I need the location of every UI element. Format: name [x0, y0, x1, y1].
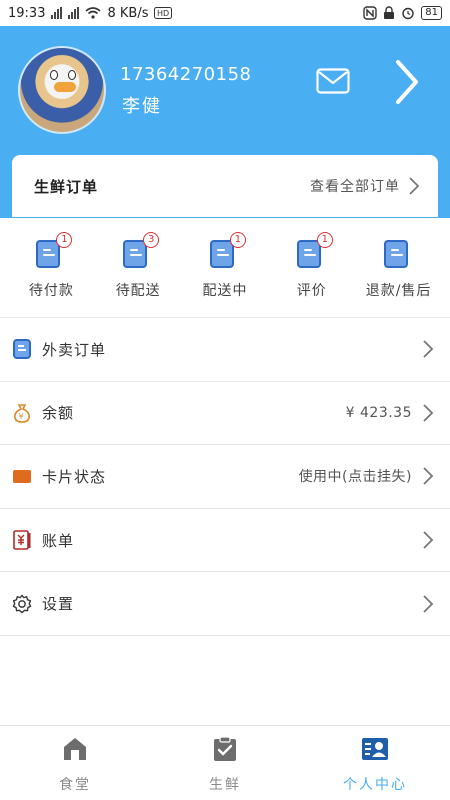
status-badge: 1: [229, 232, 246, 248]
nfc-icon: [363, 6, 377, 20]
chevron-right-icon: [423, 531, 434, 549]
status-badge: 3: [143, 232, 160, 248]
menu-item-card-status[interactable]: 卡片状态 使用中(点击挂失): [0, 445, 450, 509]
chevron-right-icon: [423, 340, 434, 358]
money-bag-icon: ¥: [12, 403, 32, 423]
document-icon: [296, 240, 321, 268]
view-all-orders-link[interactable]: 查看全部订单: [310, 176, 420, 196]
order-card-header: 生鲜订单 查看全部订单: [12, 155, 438, 217]
view-all-orders-label: 查看全部订单: [310, 179, 400, 195]
network-speed: 8 KB/s: [107, 5, 149, 21]
tab-canteen[interactable]: 食堂: [0, 726, 150, 800]
user-name: 李健: [122, 96, 162, 117]
chevron-right-icon: [423, 404, 434, 422]
profile-card-icon: [362, 738, 388, 760]
menu-item-settings[interactable]: 设置: [0, 572, 450, 636]
menu-item-label: 外卖订单: [42, 340, 107, 359]
tab-personal-center[interactable]: 个人中心: [300, 726, 450, 800]
gear-icon: [12, 594, 32, 614]
signal-icon-2: [68, 7, 80, 19]
status-time: 19:33: [8, 5, 46, 21]
signal-icon: [51, 7, 63, 19]
order-status-pending-payment[interactable]: 1 待付款: [9, 226, 93, 314]
menu-item-label: 设置: [42, 595, 75, 614]
menu-item-bill[interactable]: 账单: [0, 509, 450, 573]
order-status-label: 配送中: [202, 283, 248, 299]
avatar[interactable]: [18, 46, 106, 134]
status-bar: 19:33 8 KB/s HD 81: [0, 0, 450, 26]
wifi-icon: [85, 7, 101, 19]
status-badge: 1: [316, 232, 333, 248]
order-status-delivering[interactable]: 1 配送中: [183, 226, 267, 314]
lock-icon: [384, 6, 395, 19]
chevron-right-icon: [423, 467, 434, 486]
chevron-right-icon: [409, 177, 420, 195]
menu-item-balance[interactable]: ¥ 余额 ¥ 423.35: [0, 382, 450, 446]
bottom-nav: 食堂 生鲜 个人中心: [0, 725, 450, 800]
order-status-pending-delivery[interactable]: 3 待配送: [96, 226, 180, 314]
menu-item-label: 账单: [42, 531, 75, 550]
profile-page: 19:33 8 KB/s HD 81 17364270158 李健 生鲜订单 查…: [0, 0, 450, 800]
menu-item-label: 余额: [42, 404, 75, 423]
order-status-label: 待配送: [115, 283, 161, 299]
card-icon: [12, 466, 32, 486]
svg-text:¥: ¥: [19, 412, 24, 421]
tab-fresh[interactable]: 生鲜: [150, 726, 300, 800]
card-status-value: 使用中(点击挂失): [298, 469, 412, 486]
status-badge: 1: [56, 232, 73, 248]
hd-icon: HD: [154, 7, 173, 19]
clipboard-check-icon: [214, 736, 236, 761]
tab-label: 生鲜: [209, 777, 241, 793]
menu-item-label: 卡片状态: [42, 467, 107, 486]
order-status-bar: 1 待付款 3 待配送 1 配送中 1 评价 退款/售后: [0, 226, 450, 314]
order-status-label: 退款/售后: [365, 283, 432, 299]
menu-list: 外卖订单 ¥ 余额 ¥ 423.35 卡片状态 使用中(点击挂失) 账单 设置: [0, 317, 450, 636]
balance-value: ¥ 423.35: [345, 404, 412, 421]
svg-text:HD: HD: [157, 9, 169, 18]
document-icon: [12, 339, 32, 360]
order-status-label: 评价: [296, 283, 327, 299]
order-status-refund[interactable]: 退款/售后: [357, 226, 441, 314]
bill-icon: [12, 530, 32, 550]
battery-indicator: 81: [421, 6, 442, 20]
chevron-right-icon[interactable]: [392, 58, 422, 106]
order-card-title: 生鲜订单: [34, 177, 99, 196]
chevron-right-icon: [423, 595, 434, 613]
mail-icon[interactable]: [316, 68, 350, 94]
alarm-icon: [402, 7, 414, 20]
home-icon: [64, 738, 86, 760]
menu-item-takeout-orders[interactable]: 外卖订单: [0, 318, 450, 382]
document-icon: [383, 240, 408, 268]
order-status-review[interactable]: 1 评价: [270, 226, 354, 314]
order-status-label: 待付款: [28, 283, 74, 299]
tab-label: 个人中心: [343, 777, 407, 793]
tab-label: 食堂: [59, 777, 91, 793]
user-phone: 17364270158: [120, 64, 252, 85]
